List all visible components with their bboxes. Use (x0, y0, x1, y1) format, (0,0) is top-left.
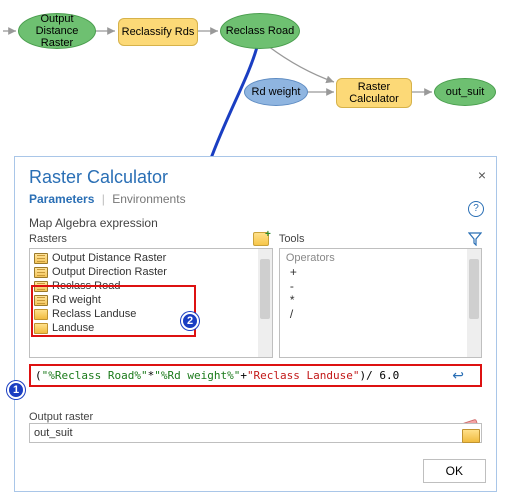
help-icon[interactable]: ? (468, 201, 484, 217)
tab-parameters[interactable]: Parameters (29, 192, 94, 206)
model-flow: Output Distance Raster Reclassify Rds Re… (0, 0, 511, 135)
tabs: Parameters | Environments (15, 190, 496, 212)
operator-item[interactable]: + (282, 265, 479, 279)
expression-input[interactable]: ( "%Reclass Road%" * "%Rd weight%" + "Re… (29, 364, 482, 387)
scrollbar[interactable] (467, 249, 481, 357)
list-item: Rd weight (32, 293, 270, 307)
list-item: Reclass Landuse (32, 307, 270, 321)
raster-icon (34, 253, 48, 264)
node-output-distance-raster[interactable]: Output Distance Raster (18, 13, 96, 49)
node-reclass-road[interactable]: Reclass Road (220, 13, 300, 49)
operator-item[interactable]: * (282, 293, 479, 307)
raster-calculator-dialog: × Raster Calculator Parameters | Environ… (14, 156, 497, 492)
tab-environments[interactable]: Environments (112, 192, 185, 206)
node-raster-calculator-tool[interactable]: Raster Calculator (336, 78, 412, 108)
tools-label: Tools (279, 233, 305, 245)
list-item: Landuse (32, 321, 270, 335)
raster-icon (34, 267, 48, 278)
raster-icon (34, 295, 48, 306)
callout-badge-1: 1 (7, 381, 25, 399)
filter-icon[interactable] (468, 232, 482, 246)
raster-icon (34, 281, 48, 292)
scrollbar[interactable] (258, 249, 272, 357)
expression-label: Map Algebra expression (29, 216, 482, 230)
add-raster-icon[interactable] (253, 232, 269, 246)
node-rd-weight[interactable]: Rd weight (244, 78, 308, 106)
close-icon[interactable]: × (478, 167, 486, 183)
node-out-suit[interactable]: out_suit (434, 78, 496, 106)
ok-button[interactable]: OK (423, 459, 486, 483)
node-reclassify-rds[interactable]: Reclassify Rds (118, 18, 198, 46)
undo-icon[interactable]: ↩ (452, 367, 464, 384)
callout-badge-2: 2 (181, 312, 199, 330)
output-raster-label: Output raster (29, 411, 482, 423)
browse-folder-icon[interactable] (462, 429, 482, 445)
operator-item[interactable]: / (282, 307, 479, 321)
folder-icon (34, 309, 48, 320)
tools-listbox[interactable]: Operators + - * / (279, 248, 482, 358)
dialog-title: Raster Calculator (29, 167, 482, 188)
operator-item[interactable]: - (282, 279, 479, 293)
operators-category: Operators (282, 251, 479, 265)
folder-icon (34, 323, 48, 334)
list-item: Output Direction Raster (32, 265, 270, 279)
output-raster-input[interactable] (29, 423, 482, 443)
list-item: Reclass Road (32, 279, 270, 293)
rasters-label: Rasters (29, 233, 67, 245)
rasters-listbox[interactable]: Output Distance Raster Output Direction … (29, 248, 273, 358)
list-item: Output Distance Raster (32, 251, 270, 265)
